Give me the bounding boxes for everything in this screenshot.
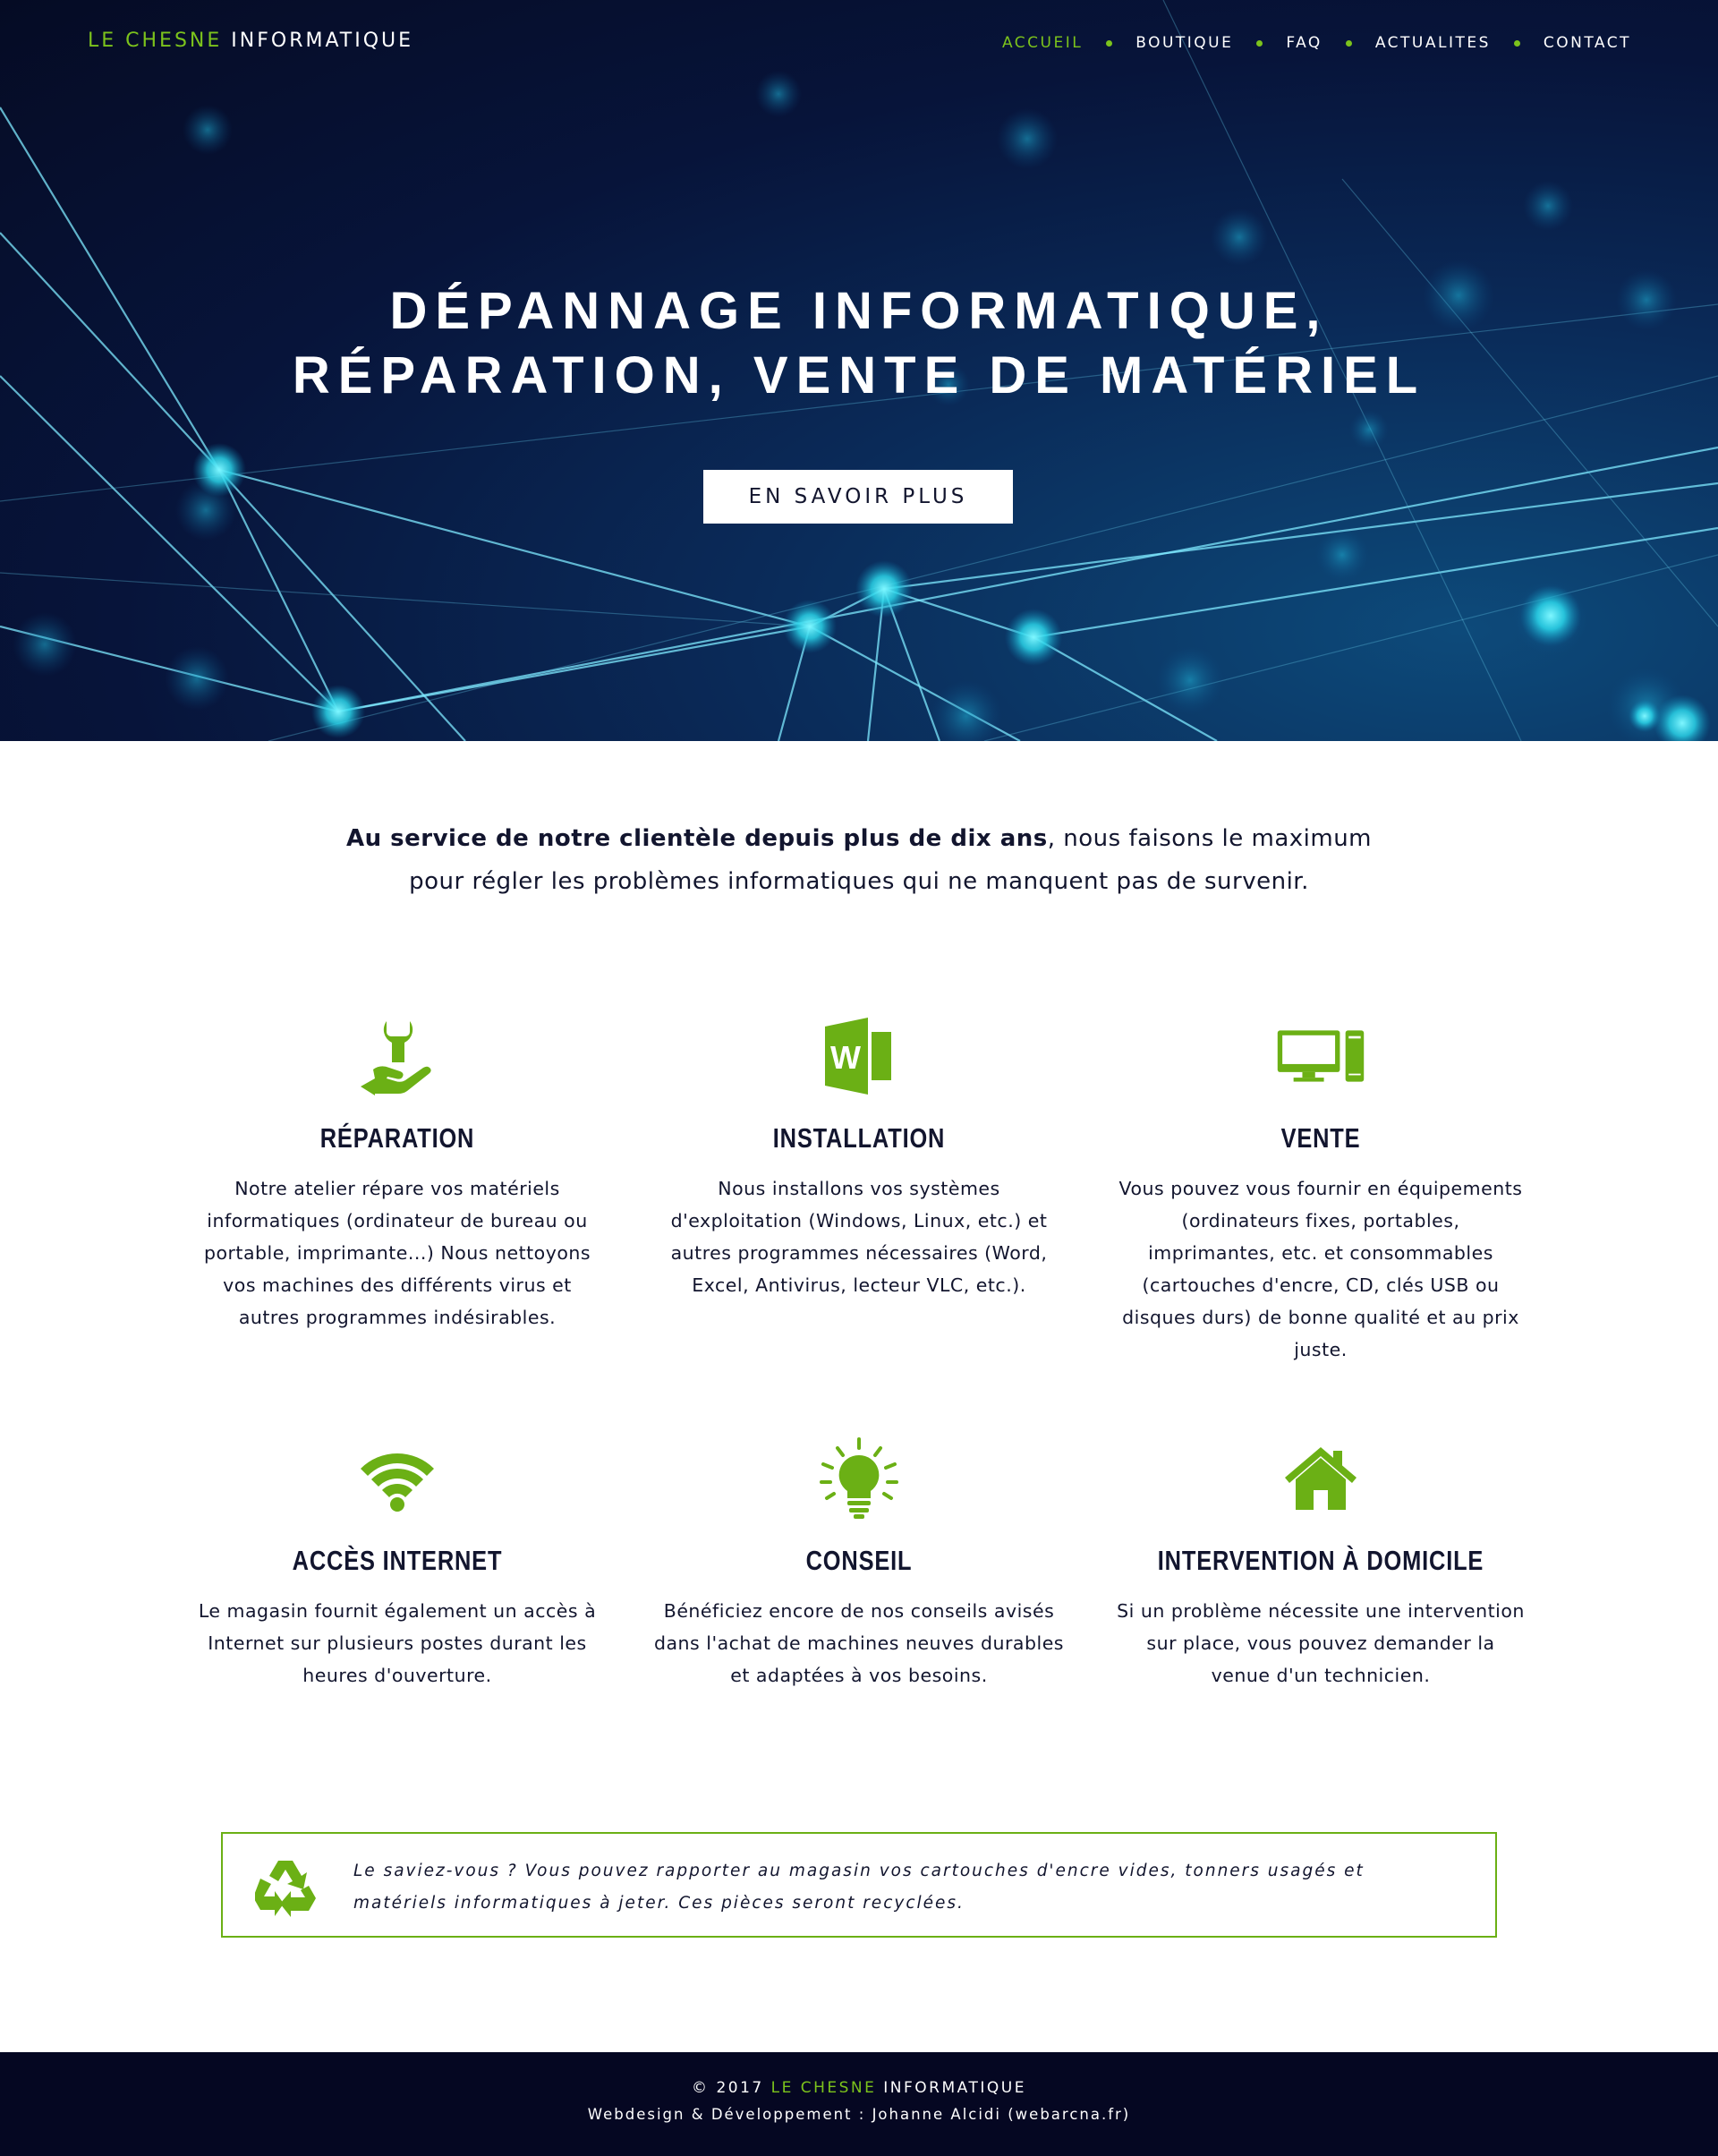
service-title: CONSEIL bbox=[805, 1545, 913, 1576]
footer-brand-main: INFORMATIQUE bbox=[883, 2079, 1026, 2097]
nav-item-actualites[interactable]: ACTUALITES bbox=[1375, 34, 1491, 52]
intro-text: Au service de notre clientèle depuis plu… bbox=[322, 817, 1396, 903]
recycling-info-box: Le saviez-vous ? Vous pouvez rapporter a… bbox=[221, 1832, 1497, 1938]
logo-part-main: INFORMATIQUE bbox=[231, 30, 414, 52]
recycle-icon bbox=[255, 1861, 316, 1917]
hero-title-line-1: DÉPANNAGE INFORMATIQUE, bbox=[389, 282, 1329, 340]
nav-separator-dot bbox=[1256, 39, 1263, 47]
word-document-icon: W bbox=[814, 1011, 904, 1101]
repair-hand-wrench-icon bbox=[353, 1011, 442, 1101]
nav-separator-dot bbox=[1106, 39, 1113, 47]
lightbulb-icon bbox=[814, 1434, 904, 1523]
nav-item-contact[interactable]: CONTACT bbox=[1544, 34, 1631, 52]
nav-separator-dot bbox=[1345, 39, 1352, 47]
recycling-info-text: Le saviez-vous ? Vous pouvez rapporter a… bbox=[353, 1862, 1365, 1913]
service-title: RÉPARATION bbox=[319, 1122, 475, 1154]
nav-item-accueil[interactable]: ACCUEIL bbox=[1002, 34, 1083, 52]
intro-text-bold: Au service de notre clientèle depuis plu… bbox=[345, 825, 1048, 852]
service-title: INTERVENTION À DOMICILE bbox=[1157, 1545, 1484, 1576]
copyright-year: © 2017 bbox=[692, 2079, 764, 2097]
footer-credits[interactable]: Webdesign & Développement : Johanne Alci… bbox=[0, 2106, 1718, 2123]
main-nav: ACCUEIL BOUTIQUE FAQ ACTUALITES CONTACT bbox=[1002, 34, 1631, 52]
service-description: Si un problème nécessite une interventio… bbox=[1117, 1600, 1525, 1686]
hero-section: LE CHESNE INFORMATIQUE ACCUEIL BOUTIQUE … bbox=[0, 0, 1718, 741]
nav-separator-dot bbox=[1513, 39, 1520, 47]
hero-title: DÉPANNAGE INFORMATIQUE, RÉPARATION, VENT… bbox=[233, 279, 1485, 408]
service-title: INSTALLATION bbox=[772, 1122, 946, 1154]
service-description: Vous pouvez vous fournir en équipements … bbox=[1118, 1178, 1523, 1360]
desktop-computer-icon bbox=[1276, 1011, 1365, 1101]
nav-item-faq[interactable]: FAQ bbox=[1286, 34, 1322, 52]
house-icon bbox=[1276, 1434, 1365, 1523]
logo-part-accent: LE CHESNE bbox=[88, 30, 223, 52]
footer-brand-accent: LE CHESNE bbox=[770, 2079, 877, 2097]
service-title: ACCÈS INTERNET bbox=[292, 1545, 503, 1576]
wifi-icon bbox=[353, 1434, 442, 1523]
learn-more-button[interactable]: EN SAVOIR PLUS bbox=[703, 470, 1013, 524]
service-description: Le magasin fournit également un accès à … bbox=[198, 1600, 597, 1686]
svg-text:W: W bbox=[830, 1039, 861, 1076]
site-logo[interactable]: LE CHESNE INFORMATIQUE bbox=[88, 30, 413, 52]
footer: © 2017 LE CHESNE INFORMATIQUE Webdesign … bbox=[0, 2052, 1718, 2156]
service-description: Notre atelier répare vos matériels infor… bbox=[203, 1178, 591, 1328]
service-description: Bénéficiez encore de nos conseils avisés… bbox=[653, 1600, 1064, 1686]
nav-item-boutique[interactable]: BOUTIQUE bbox=[1135, 34, 1233, 52]
service-description: Nous installons vos systèmes d'exploitat… bbox=[670, 1178, 1048, 1296]
hero-title-line-2: RÉPARATION, VENTE DE MATÉRIEL bbox=[292, 346, 1426, 405]
footer-copyright: © 2017 LE CHESNE INFORMATIQUE bbox=[0, 2079, 1718, 2097]
service-title: VENTE bbox=[1280, 1122, 1361, 1154]
